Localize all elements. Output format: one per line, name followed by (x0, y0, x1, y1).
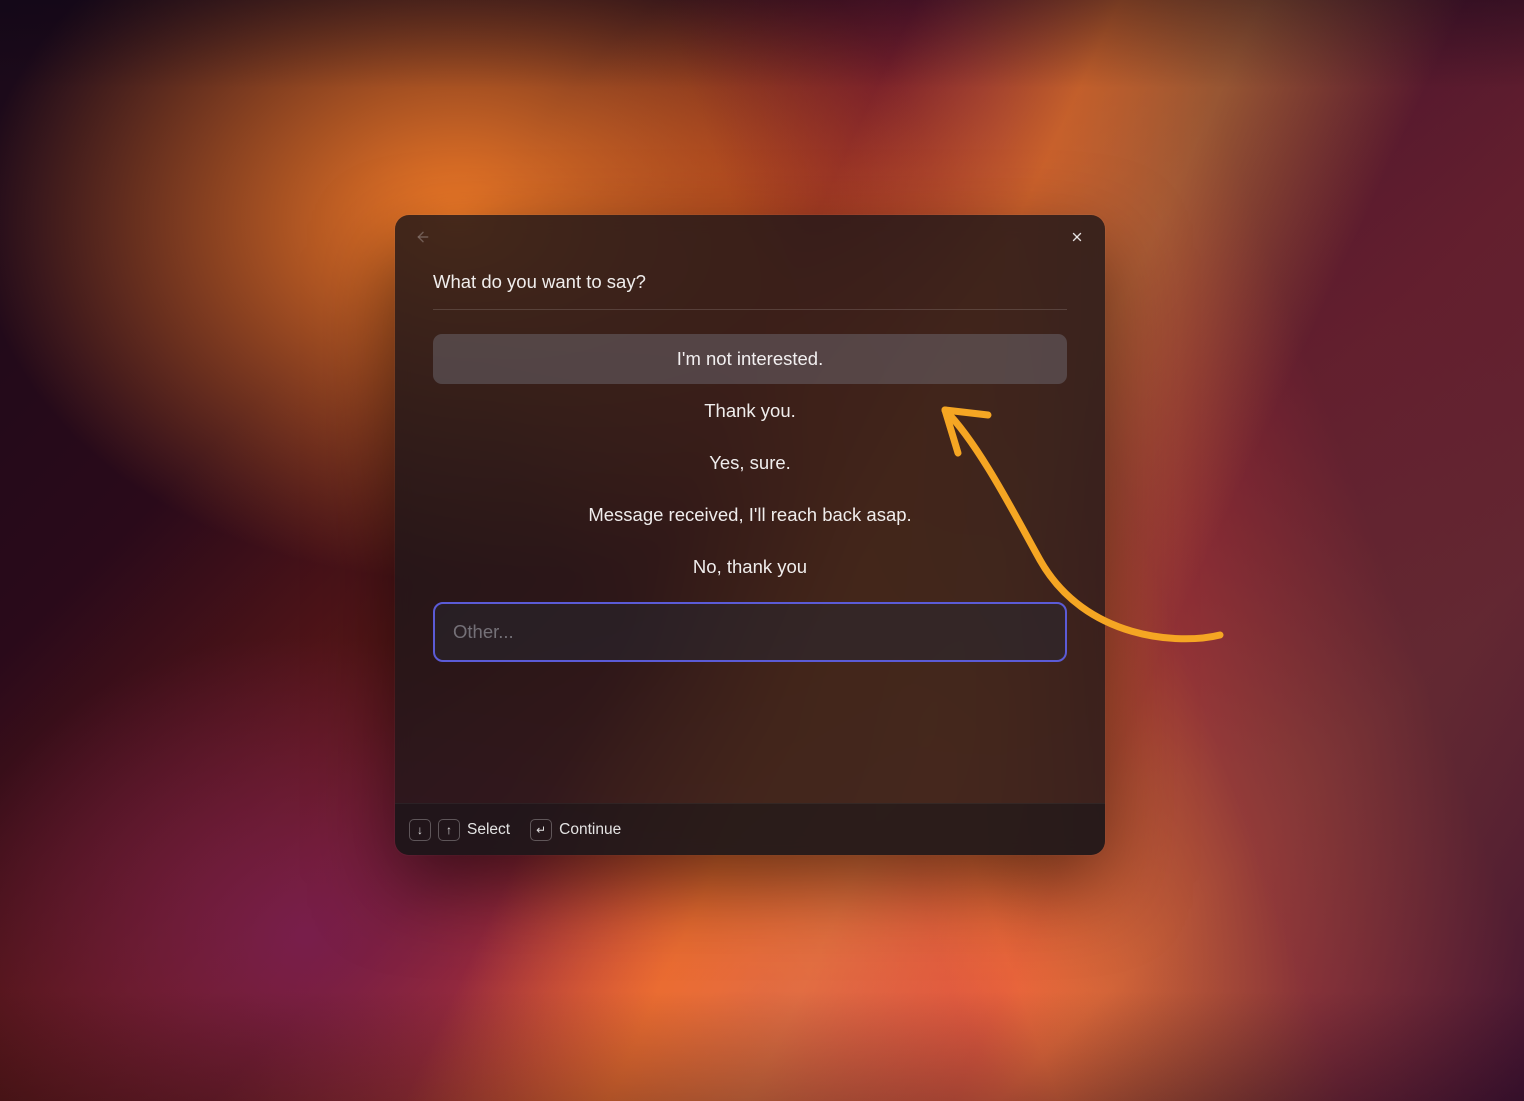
option-message-received[interactable]: Message received, I'll reach back asap. (433, 490, 1067, 540)
back-button[interactable] (409, 223, 437, 251)
arrow-left-icon (415, 229, 431, 245)
prompt-row: What do you want to say? (433, 271, 1067, 310)
prompt-text: What do you want to say? (433, 271, 1067, 293)
modal-header (395, 215, 1105, 259)
modal-body: What do you want to say? I'm not interes… (395, 259, 1105, 803)
option-label: I'm not interested. (677, 348, 823, 370)
key-arrow-up: ↑ (438, 819, 460, 841)
select-hint: ↓ ↑ Select (409, 819, 510, 841)
option-label: No, thank you (693, 556, 807, 578)
option-no-thank-you[interactable]: No, thank you (433, 542, 1067, 592)
option-yes-sure[interactable]: Yes, sure. (433, 438, 1067, 488)
option-label: Yes, sure. (709, 452, 791, 474)
select-hint-label: Select (467, 821, 510, 839)
option-label: Message received, I'll reach back asap. (588, 504, 911, 526)
close-icon (1070, 230, 1084, 244)
continue-hint-label: Continue (559, 821, 621, 839)
option-thank-you[interactable]: Thank you. (433, 386, 1067, 436)
other-input[interactable] (433, 602, 1067, 662)
modal-footer: ↓ ↑ Select ↵ Continue (395, 803, 1105, 855)
continue-hint: ↵ Continue (530, 819, 621, 841)
close-button[interactable] (1063, 223, 1091, 251)
key-enter: ↵ (530, 819, 552, 841)
option-label: Thank you. (704, 400, 796, 422)
quick-reply-modal: What do you want to say? I'm not interes… (395, 215, 1105, 855)
option-not-interested[interactable]: I'm not interested. (433, 334, 1067, 384)
key-arrow-down: ↓ (409, 819, 431, 841)
